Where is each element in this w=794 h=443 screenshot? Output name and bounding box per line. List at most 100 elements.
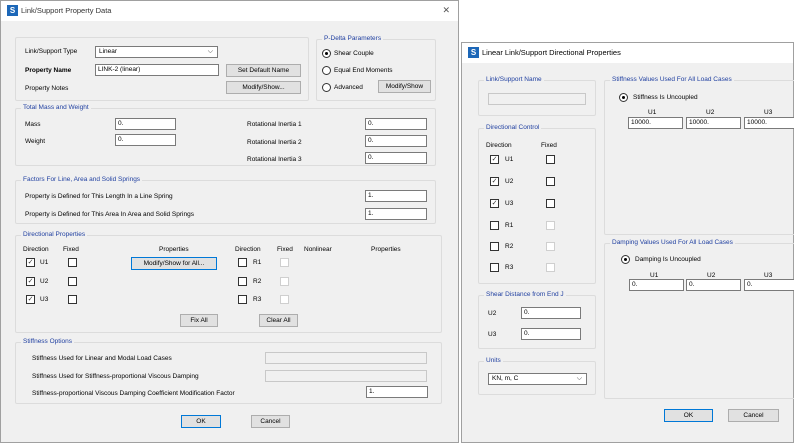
rc-u1-fixed-checkbox[interactable] [546, 155, 555, 164]
chevron-down-icon: ⌵ [576, 375, 582, 382]
rc-r3-fixed-checkbox [546, 263, 555, 272]
stiffness-options-title: Stiffness Options [21, 338, 75, 345]
rc-r1-checkbox[interactable] [490, 221, 499, 230]
dialog-title: Link/Support Property Data [21, 6, 112, 15]
notes-label: Property Notes [25, 85, 69, 92]
line-spring-label: Property is Defined for This Length In a… [25, 193, 173, 200]
rot1-label: Rotational Inertia 1 [247, 121, 302, 128]
r1-checkbox[interactable] [238, 258, 247, 267]
stiffness-u1-input[interactable]: 10000. [628, 117, 683, 129]
dirprops-title: Directional Properties [21, 231, 88, 238]
rc-u3-fixed-checkbox[interactable] [546, 199, 555, 208]
shear-u3-input[interactable]: 0. [521, 328, 581, 340]
rc-u1-label: U1 [505, 156, 514, 163]
stiffness-row1-label: Stiffness Used for Linear and Modal Load… [32, 355, 172, 362]
header-nonlinear: Nonlinear [304, 246, 332, 253]
factors-title: Factors For Line, Area and Solid Springs [21, 176, 143, 183]
modify-show-all-button[interactable]: Modify/Show for All... [131, 257, 217, 270]
rot3-label: Rotational Inertia 3 [247, 156, 302, 163]
r3-checkbox[interactable] [238, 295, 247, 304]
rc-r2-fixed-checkbox [546, 242, 555, 251]
shear-distance-title: Shear Distance from End J [484, 291, 566, 298]
rc-u2-checkbox[interactable]: ✓ [490, 177, 499, 186]
mass-label: Mass [25, 121, 41, 128]
damping-u2-input[interactable]: 0. [686, 279, 741, 291]
header-properties-2: Properties [371, 246, 401, 253]
damping-uncoupled-radio[interactable] [621, 255, 630, 264]
u3-fixed-checkbox[interactable] [68, 295, 77, 304]
rot3-input[interactable]: 0. [365, 152, 427, 164]
units-select[interactable]: KN, m, C ⌵ [488, 373, 587, 385]
r3-label: R3 [253, 296, 262, 303]
stiffness-uncoupled-radio[interactable] [619, 93, 628, 102]
ok-button[interactable]: OK [181, 415, 221, 428]
set-default-name-button[interactable]: Set Default Name [226, 64, 301, 77]
r3-fixed-checkbox [280, 295, 289, 304]
units-title: Units [484, 357, 503, 364]
rc-u3-checkbox[interactable]: ✓ [490, 199, 499, 208]
damping-uncoupled-label: Damping Is Uncoupled [635, 256, 701, 263]
u2-checkbox[interactable]: ✓ [26, 277, 35, 286]
chevron-down-icon: ⌵ [207, 48, 213, 55]
pdelta-modify-button[interactable]: Modify/Show [378, 80, 431, 93]
stiffness-u3-label: U3 [764, 109, 773, 116]
rc-u1-checkbox[interactable]: ✓ [490, 155, 499, 164]
advanced-label: Advanced [334, 84, 363, 91]
damping-factor-input[interactable]: 1. [366, 386, 428, 398]
rc-r3-checkbox[interactable] [490, 263, 499, 272]
rc-u3-label: U3 [505, 200, 514, 207]
line-spring-input[interactable]: 1. [365, 190, 427, 202]
title-bar-2: S Linear Link/Support Directional Proper… [462, 43, 793, 63]
shear-couple-label: Shear Couple [334, 50, 374, 57]
u2-fixed-checkbox[interactable] [68, 277, 77, 286]
r2-fixed-checkbox [280, 277, 289, 286]
damping-values-title: Damping Values Used For All Load Cases [610, 239, 735, 246]
u3-checkbox[interactable]: ✓ [26, 295, 35, 304]
notes-modify-button[interactable]: Modify/Show... [226, 81, 301, 94]
damping-values-group: Damping Values Used For All Load Cases [604, 239, 794, 399]
u1-fixed-checkbox[interactable] [68, 258, 77, 267]
u1-label: U1 [40, 259, 49, 266]
r2-label: R2 [253, 278, 262, 285]
property-name-input[interactable]: LINK-2 (linear) [95, 64, 219, 76]
type-value: Linear [99, 48, 118, 55]
stiffness-values-group: Stiffness Values Used For All Load Cases [604, 76, 794, 235]
stiffness-u2-input[interactable]: 10000. [686, 117, 741, 129]
r1-fixed-checkbox [280, 258, 289, 267]
cancel-button[interactable]: Cancel [251, 415, 290, 428]
mass-input[interactable]: 0. [115, 118, 176, 130]
weight-input[interactable]: 0. [115, 134, 176, 146]
rc-header-direction: Direction [486, 142, 512, 149]
advanced-radio[interactable] [322, 83, 331, 92]
rot1-input[interactable]: 0. [365, 118, 427, 130]
mass-title: Total Mass and Weight [21, 104, 91, 111]
area-spring-input[interactable]: 1. [365, 208, 427, 220]
r2-checkbox[interactable] [238, 277, 247, 286]
type-select[interactable]: Linear ⌵ [95, 46, 218, 58]
damping-u3-input[interactable]: 0. [744, 279, 794, 291]
u2-label: U2 [40, 278, 49, 285]
rot2-label: Rotational Inertia 2 [247, 139, 302, 146]
fix-all-button[interactable]: Fix All [180, 314, 218, 327]
rot2-input[interactable]: 0. [365, 135, 427, 147]
stiffness-u2-label: U2 [706, 109, 715, 116]
r1-label: R1 [253, 259, 262, 266]
equal-end-moments-radio[interactable] [322, 66, 331, 75]
rc-r2-checkbox[interactable] [490, 242, 499, 251]
directional-control-title: Directional Control [484, 124, 542, 131]
cancel-button-2[interactable]: Cancel [728, 409, 779, 422]
shear-couple-radio[interactable] [322, 49, 331, 58]
stiffness-row2-label: Stiffness Used for Stiffness-proportiona… [32, 373, 199, 380]
shear-u2-input[interactable]: 0. [521, 307, 581, 319]
rc-header-fixed: Fixed [541, 142, 557, 149]
stiffness-u3-input[interactable]: 10000. [744, 117, 794, 129]
clear-all-button[interactable]: Clear All [259, 314, 298, 327]
close-icon[interactable]: ✕ [442, 5, 450, 16]
rc-r1-label: R1 [505, 222, 514, 229]
damping-u1-input[interactable]: 0. [629, 279, 684, 291]
ok-button-2[interactable]: OK [664, 409, 713, 422]
u1-checkbox[interactable]: ✓ [26, 258, 35, 267]
header-fixed-2: Fixed [277, 246, 293, 253]
stiffness-values-title: Stiffness Values Used For All Load Cases [610, 76, 734, 83]
rc-u2-fixed-checkbox[interactable] [546, 177, 555, 186]
